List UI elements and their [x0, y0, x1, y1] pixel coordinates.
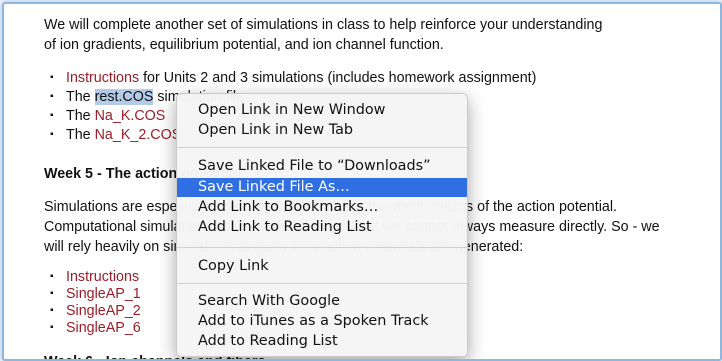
rest-cos-link-selected[interactable]: rest.COS [94, 89, 154, 105]
menu-separator [177, 147, 467, 148]
list-item: Instructions for Units 2 and 3 simulatio… [50, 68, 537, 88]
list-item: SingleAP_6 [50, 318, 141, 338]
intro-line-1: We will complete another set of simulati… [44, 17, 603, 33]
page-frame: We will complete another set of simulati… [2, 2, 722, 361]
menu-separator [177, 283, 467, 284]
instructions-link[interactable]: Instructions [66, 70, 139, 86]
instructions-link-2[interactable]: Instructions [66, 269, 139, 285]
menu-item-save-linked-file-as[interactable]: Save Linked File As… [177, 178, 467, 197]
menu-item-add-to-reading-list[interactable]: Add to Reading List [177, 332, 467, 351]
menu-item-open-link-new-tab[interactable]: Open Link in New Tab [177, 121, 467, 140]
singleap-1-link[interactable]: SingleAP_1 [66, 286, 141, 302]
menu-item-save-linked-file-downloads[interactable]: Save Linked File to “Downloads” [177, 157, 467, 176]
menu-item-add-link-to-bookmarks[interactable]: Add Link to Bookmarks… [177, 198, 467, 217]
list-item-prefix: The [66, 108, 95, 124]
menu-separator [177, 247, 467, 248]
menu-item-open-link-new-window[interactable]: Open Link in New Window [177, 101, 467, 120]
singleap-6-link[interactable]: SingleAP_6 [66, 320, 141, 336]
menu-item-search-with-google[interactable]: Search With Google [177, 292, 467, 311]
list-item-text: for Units 2 and 3 simulations (includes … [139, 70, 537, 86]
context-menu: Open Link in New Window Open Link in New… [176, 93, 468, 357]
na-k-2-link[interactable]: Na_K_2.COS [95, 127, 182, 143]
singleap-2-link[interactable]: SingleAP_2 [66, 303, 141, 319]
menu-item-add-to-itunes[interactable]: Add to iTunes as a Spoken Track [177, 312, 467, 331]
intro-line-2: of ion gradients, equilibrium potential,… [44, 37, 444, 53]
na-k-link[interactable]: Na_K.COS [95, 108, 166, 124]
menu-item-copy-link[interactable]: Copy Link [177, 257, 467, 276]
menu-item-add-link-to-reading-list[interactable]: Add Link to Reading List [177, 218, 467, 237]
list-item-prefix: The [66, 89, 95, 105]
list-item-prefix: The [66, 127, 95, 143]
list-item: The Na_K_2.COS [50, 125, 182, 145]
list-item: The Na_K.COS [50, 106, 166, 126]
